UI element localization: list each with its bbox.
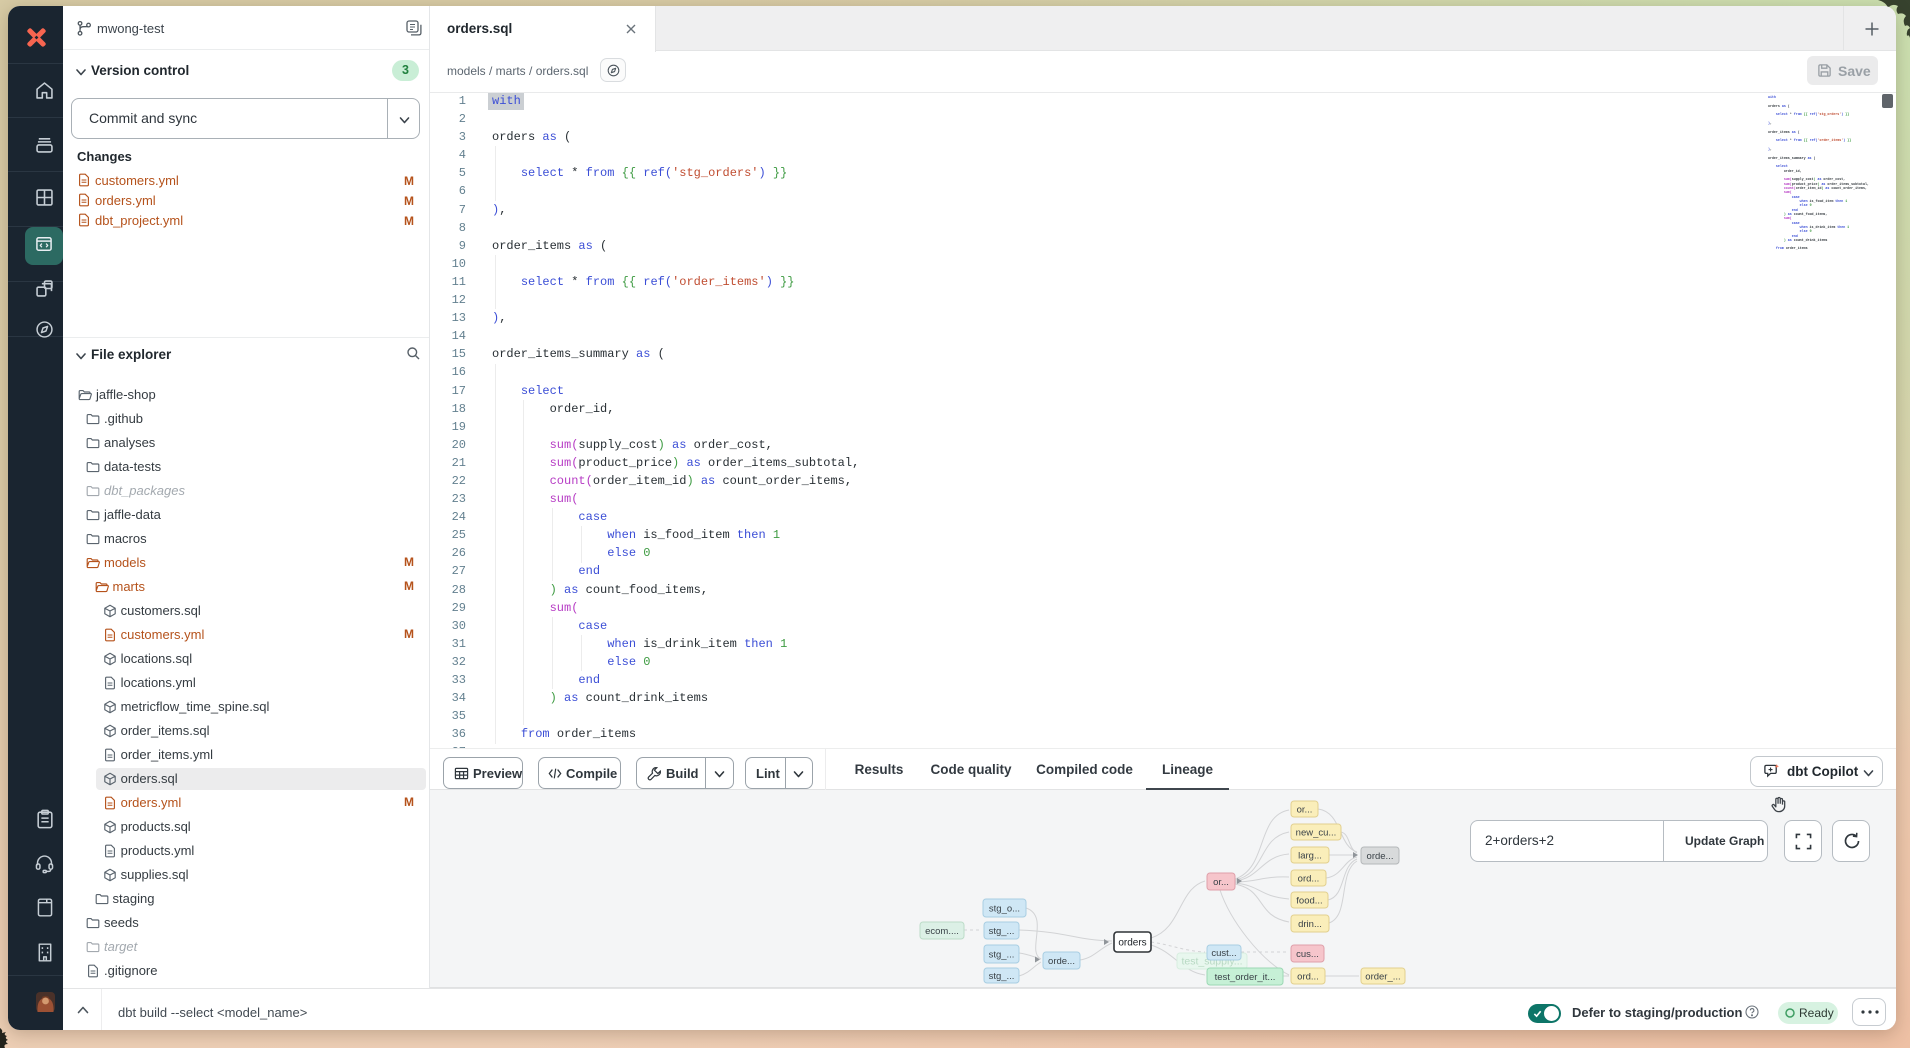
svg-text:ord...: ord...	[1297, 972, 1319, 983]
svg-text:larg...: larg...	[1298, 851, 1322, 862]
svg-text:food...: food...	[1296, 896, 1322, 907]
svg-text:orde...: orde...	[1048, 956, 1075, 967]
svg-text:stg_...: stg_...	[989, 950, 1015, 961]
svg-text:cust...: cust...	[1211, 948, 1236, 959]
svg-text:new_cu...: new_cu...	[1296, 828, 1337, 839]
svg-text:or...: or...	[1213, 877, 1229, 888]
svg-text:stg_...: stg_...	[989, 971, 1015, 982]
svg-text:orde...: orde...	[1367, 851, 1394, 862]
svg-text:ecom....: ecom....	[925, 926, 959, 937]
svg-text:cus...: cus...	[1296, 949, 1319, 960]
svg-text:orders: orders	[1118, 938, 1146, 949]
svg-text:stg_...: stg_...	[989, 926, 1015, 937]
svg-text:order_...: order_...	[1365, 972, 1400, 983]
svg-text:stg_o...: stg_o...	[989, 904, 1020, 915]
svg-text:ord...: ord...	[1298, 874, 1320, 885]
svg-text:or...: or...	[1297, 805, 1313, 816]
svg-text:test_order_it...: test_order_it...	[1215, 972, 1276, 983]
svg-text:drin...: drin...	[1298, 919, 1322, 930]
